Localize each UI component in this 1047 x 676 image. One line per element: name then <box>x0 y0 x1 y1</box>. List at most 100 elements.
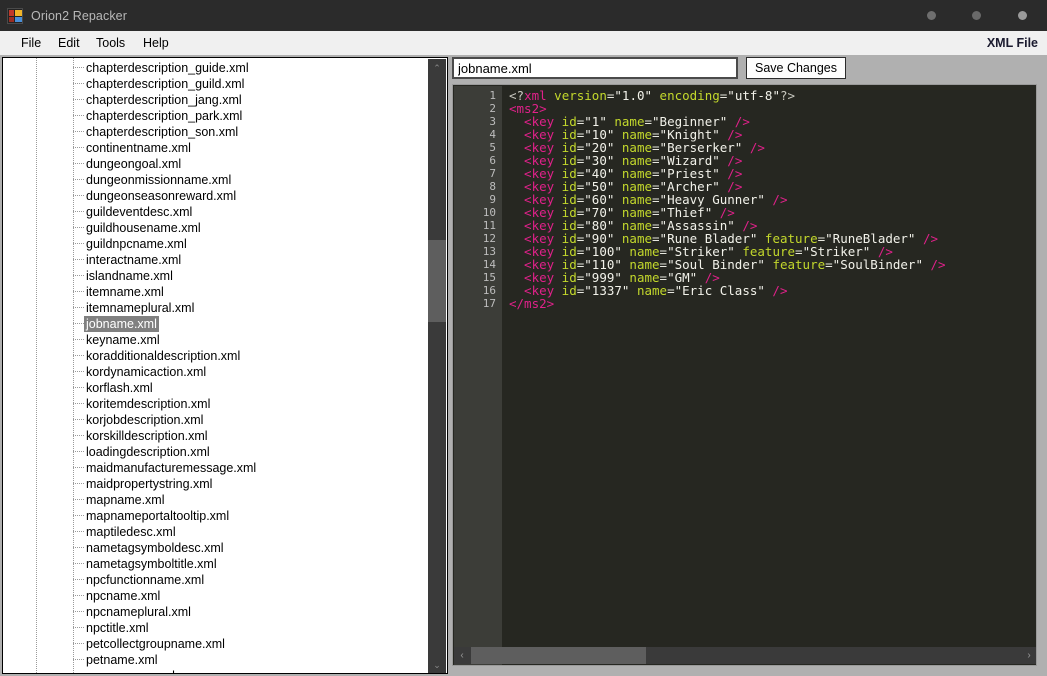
tree-connector-icon <box>73 467 84 468</box>
tree-connector-icon <box>73 547 84 548</box>
tree-item-label: guildnpcname.xml <box>86 237 187 251</box>
tree-item-label: nametagsymboldesc.xml <box>86 541 224 555</box>
tree-item-label: interactname.xml <box>86 253 182 267</box>
app-icon <box>7 7 23 24</box>
menu-item-tools[interactable]: Tools <box>88 31 133 55</box>
tree-item-koradditionaldescription[interactable]: koradditionaldescription.xml <box>3 348 429 364</box>
scroll-down-icon[interactable]: ⌄ <box>428 656 446 673</box>
tree-item-itemname[interactable]: itemname.xml <box>3 284 429 300</box>
tree-item-nametagsymboltitle[interactable]: nametagsymboltitle.xml <box>3 556 429 572</box>
tree-item-label: chapterdescription_park.xml <box>86 109 243 123</box>
line-number: 14 <box>482 258 496 271</box>
tree-connector-icon <box>73 419 84 420</box>
tree-item-mapnameportaltooltip[interactable]: mapnameportaltooltip.xml <box>3 508 429 524</box>
line-number: 5 <box>489 141 496 154</box>
tree-connector-icon <box>73 179 84 180</box>
tree-item-label: npcnameplural.xml <box>86 605 191 619</box>
tree-connector-icon <box>73 371 84 372</box>
tree-item-dungeonseasonreward[interactable]: dungeonseasonreward.xml <box>3 188 429 204</box>
line-number: 15 <box>482 271 496 284</box>
tree-connector-icon <box>73 291 84 292</box>
tree-connector-icon <box>73 451 84 452</box>
tree-item-label: maidpropertystring.xml <box>86 477 213 491</box>
tree-item-dungeonmissionname[interactable]: dungeonmissionname.xml <box>3 172 429 188</box>
tree-connector-icon <box>73 211 84 212</box>
tree-item-petname[interactable]: petname.xml <box>3 652 429 668</box>
tree-connector-icon <box>73 403 84 404</box>
tree-item-npcname[interactable]: npcname.xml <box>3 588 429 604</box>
tree-connector-icon <box>73 323 84 324</box>
tree-item-label: guildeventdesc.xml <box>86 205 193 219</box>
tree-item-guildeventdesc[interactable]: guildeventdesc.xml <box>3 204 429 220</box>
menu-item-help[interactable]: Help <box>135 31 177 55</box>
tree-item-label: mapnameportaltooltip.xml <box>86 509 230 523</box>
tree-item-chapterdescription_guide[interactable]: chapterdescription_guide.xml <box>3 60 429 76</box>
tree-item-loadingdescription[interactable]: loadingdescription.xml <box>3 444 429 460</box>
tree-item-label: petcollectgroupname.xml <box>86 637 225 651</box>
tree-item-nametagsymboldesc[interactable]: nametagsymboldesc.xml <box>3 540 429 556</box>
tree-item-maidpropertystring[interactable]: maidpropertystring.xml <box>3 476 429 492</box>
tree-item-npcnameplural[interactable]: npcnameplural.xml <box>3 604 429 620</box>
tree-item-chapterdescription_son[interactable]: chapterdescription_son.xml <box>3 124 429 140</box>
tree-item-koritemdescription[interactable]: koritemdescription.xml <box>3 396 429 412</box>
scroll-right-icon[interactable]: › <box>1021 647 1036 664</box>
tree-item-maptiledesc[interactable]: maptiledesc.xml <box>3 524 429 540</box>
hscrollbar-thumb[interactable] <box>471 647 646 664</box>
menu-item-edit[interactable]: Edit <box>50 31 88 55</box>
file-tree-list[interactable]: chapterdescription_guide.xml chapterdescr… <box>3 58 429 673</box>
scroll-left-icon[interactable]: ‹ <box>454 647 470 664</box>
line-number: 12 <box>482 232 496 245</box>
tree-item-petcollectgroupname[interactable]: petcollectgroupname.xml <box>3 636 429 652</box>
tree-item-maidmanufacturemessage[interactable]: maidmanufacturemessage.xml <box>3 460 429 476</box>
filename-input[interactable] <box>452 57 738 79</box>
tree-item-islandname[interactable]: islandname.xml <box>3 268 429 284</box>
tree-item-chapterdescription_jang[interactable]: chapterdescription_jang.xml <box>3 92 429 108</box>
code-line: <?xml version="1.0" encoding="utf-8"?> <box>509 88 796 103</box>
tree-item-guildnpcname[interactable]: guildnpcname.xml <box>3 236 429 252</box>
tree-item-jobname[interactable]: jobname.xml <box>3 316 429 332</box>
file-tree-scrollbar[interactable]: ⌃ ⌄ <box>428 59 446 673</box>
tree-item-chapterdescription_guild[interactable]: chapterdescription_guild.xml <box>3 76 429 92</box>
line-number: 17 <box>482 297 496 310</box>
minimize-button[interactable] <box>927 11 936 20</box>
menu-bar: File Edit Tools Help XML File <box>0 31 1047 56</box>
tree-item-guildhousename[interactable]: guildhousename.xml <box>3 220 429 236</box>
xml-code-editor[interactable]: 1 2 3 4 5 6 7 8 9 10 11 12 13 14 15 16 17 <?xml version=… <box>452 84 1037 666</box>
tree-item-korskilldescription[interactable]: korskilldescription.xml <box>3 428 429 444</box>
code-line: </ms2> <box>509 296 555 311</box>
save-changes-button[interactable]: Save Changes <box>746 57 846 79</box>
line-number: 13 <box>482 245 496 258</box>
close-button[interactable] <box>1018 11 1027 20</box>
tree-connector-icon <box>73 643 84 644</box>
tree-connector-icon <box>73 499 84 500</box>
tree-item-dungeongoal[interactable]: dungeongoal.xml <box>3 156 429 172</box>
tree-item-label: korflash.xml <box>86 381 153 395</box>
tree-item-popupmenu[interactable]: popupmenu.xml <box>3 668 429 673</box>
code-content[interactable]: <?xml version="1.0" encoding="utf-8"?> <m… <box>509 89 946 310</box>
editor-horizontal-scrollbar[interactable]: ‹ › <box>454 647 1036 664</box>
tree-connector-icon <box>73 115 84 116</box>
tree-item-keyname[interactable]: keyname.xml <box>3 332 429 348</box>
maximize-button[interactable] <box>972 11 981 20</box>
tree-item-label: korjobdescription.xml <box>86 413 204 427</box>
tree-item-korjobdescription[interactable]: korjobdescription.xml <box>3 412 429 428</box>
file-tree-panel[interactable]: chapterdescription_guide.xml chapterdescr… <box>2 57 448 674</box>
tree-connector-icon <box>73 131 84 132</box>
tree-connector-icon <box>73 579 84 580</box>
tree-connector-icon <box>73 563 84 564</box>
tree-item-label: chapterdescription_guide.xml <box>86 61 249 75</box>
scroll-up-icon[interactable]: ⌃ <box>428 59 446 77</box>
tree-connector-icon <box>73 227 84 228</box>
tree-item-kordynamicaction[interactable]: kordynamicaction.xml <box>3 364 429 380</box>
tree-item-mapname[interactable]: mapname.xml <box>3 492 429 508</box>
tree-item-itemnameplural[interactable]: itemnameplural.xml <box>3 300 429 316</box>
tree-item-continentname[interactable]: continentname.xml <box>3 140 429 156</box>
scrollbar-thumb[interactable] <box>428 240 446 322</box>
tree-item-npctitle[interactable]: npctitle.xml <box>3 620 429 636</box>
tree-item-npcfunctionname[interactable]: npcfunctionname.xml <box>3 572 429 588</box>
tree-item-chapterdescription_park[interactable]: chapterdescription_park.xml <box>3 108 429 124</box>
menu-item-file[interactable]: File <box>13 31 49 55</box>
tree-item-interactname[interactable]: interactname.xml <box>3 252 429 268</box>
tree-connector-icon <box>73 99 84 100</box>
tree-item-korflash[interactable]: korflash.xml <box>3 380 429 396</box>
